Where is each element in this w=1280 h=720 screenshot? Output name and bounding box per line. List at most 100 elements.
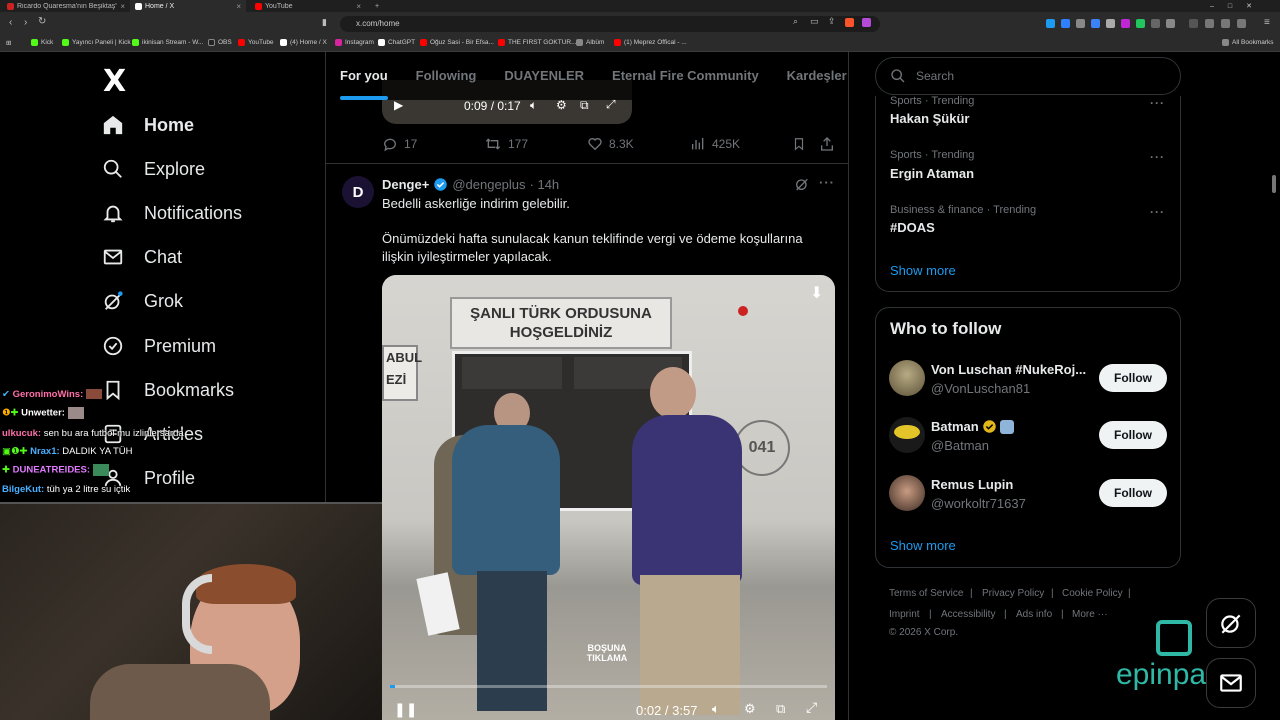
- bookmark-item[interactable]: (4) Home / X: [280, 39, 327, 46]
- x-logo[interactable]: X: [103, 64, 126, 99]
- avatar[interactable]: [889, 475, 925, 511]
- extension-icon[interactable]: [1091, 19, 1100, 28]
- more-options-icon[interactable]: ···: [819, 175, 835, 190]
- search-input[interactable]: Search: [875, 57, 1181, 95]
- pause-icon[interactable]: ❚❚: [394, 701, 417, 718]
- brave-shield-icon[interactable]: [845, 18, 854, 27]
- browser-tab[interactable]: Ricardo Quaresma'nın Beşiktaş'taki T ×: [2, 0, 130, 12]
- maximize-icon[interactable]: □: [1228, 3, 1232, 10]
- brave-rewards-icon[interactable]: [862, 18, 871, 27]
- sidebar-item-bookmarks[interactable]: Bookmarks: [102, 379, 234, 401]
- pip-icon[interactable]: ⧉: [776, 701, 785, 717]
- apps-grid-icon[interactable]: ⊞: [6, 39, 11, 47]
- close-tab-icon[interactable]: ×: [120, 2, 125, 11]
- footer-link[interactable]: Privacy Policy: [982, 588, 1044, 599]
- volume-icon[interactable]: 🔈︎: [712, 701, 720, 717]
- tab-kardesler[interactable]: Kardeşler K: [773, 52, 848, 100]
- share-icon[interactable]: [819, 136, 835, 152]
- bookmark-item[interactable]: OBS: [208, 39, 232, 46]
- menu-icon[interactable]: ≡: [1264, 17, 1270, 28]
- tab-duayenler[interactable]: DUAYENLER: [490, 52, 598, 100]
- avatar[interactable]: D: [342, 176, 374, 208]
- show-more-link[interactable]: Show more: [890, 538, 956, 553]
- author-handle[interactable]: @dengeplus: [452, 177, 525, 192]
- sidebar-item-grok[interactable]: Grok: [102, 290, 183, 312]
- follow-button[interactable]: Follow: [1099, 421, 1167, 449]
- bookmark-item[interactable]: ikinisan Stream - W...: [132, 39, 203, 46]
- more-options-icon[interactable]: ···: [1150, 150, 1165, 164]
- volume-icon[interactable]: 🔈︎: [530, 98, 537, 113]
- settings-icon[interactable]: ⚙: [744, 701, 756, 717]
- vpn-icon[interactable]: [1221, 19, 1230, 28]
- bookmark-item[interactable]: Albüm: [576, 39, 604, 46]
- play-icon[interactable]: ▶: [394, 98, 403, 112]
- author-name[interactable]: Denge+: [382, 177, 429, 192]
- more-options-icon[interactable]: ···: [1150, 205, 1165, 219]
- sidebar-item-chat[interactable]: Chat: [102, 246, 182, 268]
- extension-icon[interactable]: [1121, 19, 1130, 28]
- share-icon[interactable]: ⇪: [828, 16, 836, 27]
- suggestion-name[interactable]: Batman: [931, 419, 979, 434]
- settings-icon[interactable]: ⚙: [556, 98, 567, 112]
- fullscreen-icon[interactable]: ⤢: [806, 699, 817, 716]
- avatar[interactable]: [889, 360, 925, 396]
- tab-eternal-fire-community[interactable]: Eternal Fire Community: [598, 52, 773, 100]
- bookmark-page-icon[interactable]: ▮: [322, 17, 327, 28]
- tab-following[interactable]: Following: [402, 52, 491, 100]
- trend-item[interactable]: Ergin Ataman: [890, 166, 974, 181]
- grok-floating-button[interactable]: [1206, 598, 1256, 648]
- footer-link[interactable]: Cookie Policy: [1062, 588, 1123, 599]
- close-tab-icon[interactable]: ×: [236, 2, 241, 11]
- follow-button[interactable]: Follow: [1099, 364, 1167, 392]
- footer-link[interactable]: Terms of Service: [889, 588, 963, 599]
- wallet-icon[interactable]: [1205, 19, 1214, 28]
- like-button[interactable]: 8.3K: [587, 136, 634, 152]
- suggestion-name[interactable]: Von Luschan #NukeRoj...: [931, 362, 1086, 377]
- post-time[interactable]: · 14h: [530, 177, 560, 192]
- extension-icon[interactable]: [1166, 19, 1175, 28]
- close-tab-icon[interactable]: ×: [356, 2, 361, 11]
- new-tab-button[interactable]: +: [370, 0, 386, 12]
- all-bookmarks[interactable]: All Bookmarks: [1222, 39, 1274, 46]
- sidebar-item-home[interactable]: Home: [102, 114, 194, 136]
- minimize-icon[interactable]: –: [1210, 3, 1214, 10]
- extension-icon[interactable]: [1136, 19, 1145, 28]
- bookmark-item[interactable]: ChatGPT: [378, 39, 415, 46]
- extension-icon[interactable]: [1151, 19, 1160, 28]
- url-bar[interactable]: x.com/home: [340, 16, 880, 32]
- pip-icon[interactable]: ⧉: [580, 98, 589, 113]
- footer-link[interactable]: Imprint: [889, 609, 920, 620]
- bookmark-item[interactable]: YouTube: [238, 39, 274, 46]
- window-close-icon[interactable]: ✕: [1246, 2, 1252, 10]
- back-icon[interactable]: ‹: [9, 17, 12, 28]
- footer-link[interactable]: Ads info: [1016, 609, 1052, 620]
- extension-icon[interactable]: [1076, 19, 1085, 28]
- bookmark-item[interactable]: Instagram: [335, 39, 374, 46]
- bookmark-item[interactable]: (1) Meprez Offical - ...: [614, 39, 687, 46]
- sidebar-item-premium[interactable]: Premium: [102, 335, 216, 357]
- extension-icon[interactable]: [1061, 19, 1070, 28]
- bookmark-icon[interactable]: [792, 136, 806, 152]
- video-progress[interactable]: [390, 685, 827, 688]
- profile-icon[interactable]: [1237, 19, 1246, 28]
- follow-button[interactable]: Follow: [1099, 479, 1167, 507]
- bookmark-item[interactable]: Kick: [31, 39, 53, 46]
- bookmark-item[interactable]: THE FIRST GOKTUR...: [498, 39, 577, 46]
- tab-for-you[interactable]: For you: [326, 52, 402, 100]
- sidebar-item-notifications[interactable]: Notifications: [102, 202, 242, 224]
- avatar[interactable]: [889, 417, 925, 453]
- extension-icon[interactable]: [1046, 19, 1055, 28]
- messages-floating-button[interactable]: [1206, 658, 1256, 708]
- page-scrollbar[interactable]: [1272, 175, 1276, 193]
- repost-button[interactable]: 177: [484, 136, 528, 152]
- cast-icon[interactable]: ▭: [810, 16, 819, 27]
- forward-icon[interactable]: ›: [24, 17, 27, 28]
- bookmark-item[interactable]: Oğuz Sasi - Bir Efsa...: [420, 39, 494, 46]
- views-button[interactable]: 425K: [690, 136, 740, 152]
- post2-video[interactable]: ŞANLI TÜRK ORDUSUNA HOŞGELDİNİZ ABUL EZİ…: [382, 275, 835, 720]
- suggestion-name[interactable]: Remus Lupin: [931, 477, 1013, 492]
- reload-icon[interactable]: ↻: [38, 16, 46, 27]
- sidebar-toggle-icon[interactable]: [1189, 19, 1198, 28]
- zoom-icon[interactable]: ⌕: [793, 16, 798, 27]
- more-options-icon[interactable]: ···: [1150, 96, 1165, 110]
